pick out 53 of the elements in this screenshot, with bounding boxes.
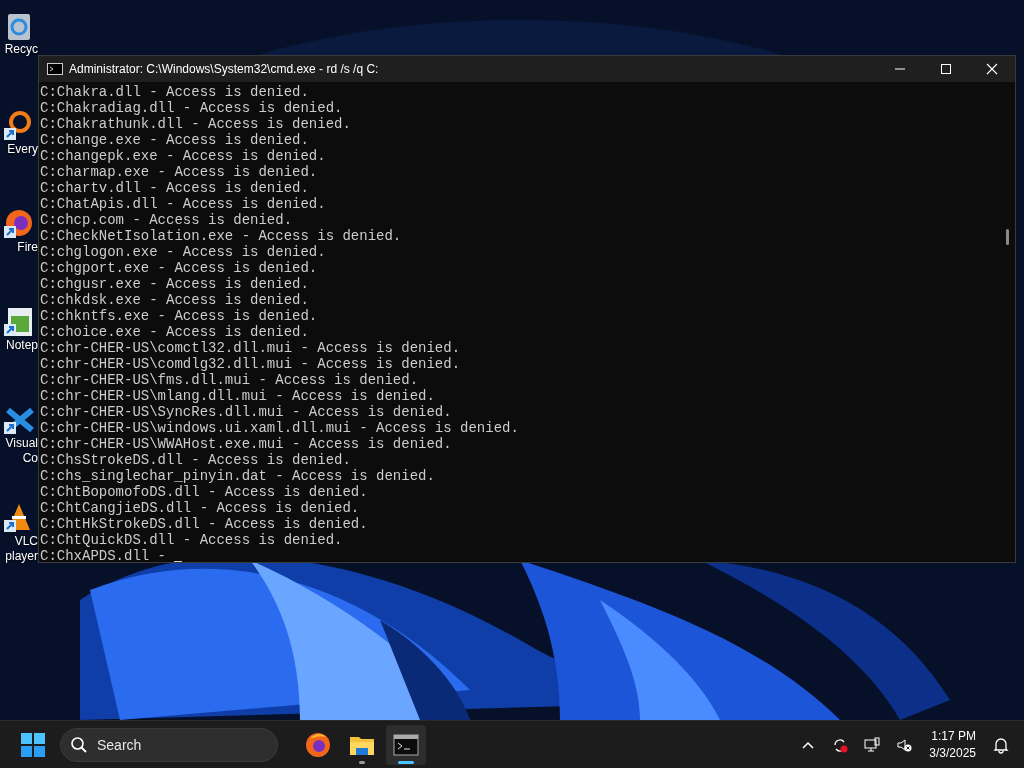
console-line: C:chgport.exe - Access is denied. [40, 260, 319, 276]
console-line: C:chr-CHER-US\WWAHost.exe.mui - Access is denied. [40, 436, 453, 452]
search-icon [70, 735, 88, 754]
console-line: C:ChsStrokeDS.dll - Access is denied. [40, 452, 352, 468]
icon-label: Notep [5, 338, 38, 353]
console-icon [47, 63, 63, 75]
console-line: C:ChatApis.dll - Access is denied. [40, 196, 327, 212]
console-line: C:chglogon.exe - Access is denied. [40, 244, 327, 260]
console-line: C:choice.exe - Access is denied. [40, 324, 310, 340]
console-line: C:chkntfs.exe - Access is denied. [40, 308, 319, 324]
volume-muted-icon [895, 736, 914, 753]
console-line: C:Chakradiag.dll - Access is denied. [40, 100, 344, 116]
bell-icon [992, 735, 1010, 754]
console-line: C:chs_singlechar_pinyin.dat - Access is denied. [40, 468, 436, 484]
clock[interactable]: 1:17 PM 3/3/2025 [925, 727, 980, 762]
window-title: Administrator: C:\Windows\System32\cmd.exe - rd /s /q C: [69, 61, 379, 78]
console-line: C:changepk.exe - Access is denied. [40, 148, 327, 164]
icon-label: VLC [14, 534, 38, 549]
scrollbar-thumb[interactable] [1006, 229, 1009, 245]
icon-label: player [5, 549, 38, 564]
console-line: C:chr-CHER-US\mlang.dll.mui - Access is denied. [40, 388, 436, 404]
windows-logo-icon [20, 731, 46, 758]
console-line: C:ChtQuickDS.dll - Access is denied. [40, 532, 344, 548]
console-line: C:chr-CHER-US\comctl32.dll.mui - Access is denied. [40, 340, 462, 356]
console-line: C:change.exe - Access is denied. [40, 132, 310, 148]
console-line: C:ChxAPDS.dll - [40, 548, 168, 562]
console-line: C:chr-CHER-US\fms.dll.mui - Access is denied. [40, 372, 420, 388]
console-line: C:chgusr.exe - Access is denied. [40, 276, 310, 292]
console-line: C:ChtCangjieDS.dll - Access is denied. [40, 500, 361, 516]
sync-icon [831, 736, 850, 753]
console-line: C:Chakrathunk.dll - Access is denied. [40, 116, 352, 132]
maximize-icon [939, 63, 953, 75]
icon-label: Every [7, 142, 38, 157]
icon-label: Visual [5, 436, 38, 451]
network-icon [863, 736, 882, 753]
console-line: C:chr-CHER-US\SyncRes.dll.mui - Access is denied. [40, 404, 453, 420]
console-line: C:chcp.com - Access is denied. [40, 212, 294, 228]
console-line: C:chkdsk.exe - Access is denied. [40, 292, 310, 308]
console-line: C:ChtBopomofoDS.dll - Access is denied. [40, 484, 369, 500]
icon-label: Co [22, 451, 38, 466]
browser-icon [304, 730, 332, 759]
icon-label: Fire [17, 240, 38, 255]
console-line: C:chartv.dll - Access is denied. [40, 180, 310, 196]
search-field[interactable]: Search [60, 727, 278, 762]
console-line: C:chr-CHER-US\windows.ui.xaml.dll.mui - Access is denied. [40, 420, 520, 436]
console-line: C:CheckNetIsolation.exe - Access is denied. [40, 228, 403, 244]
icon-label: Recyc [4, 42, 38, 57]
console-line: C:chr-CHER-US\comdlg32.dll.mui - Access is denied. [40, 356, 462, 372]
close-icon [985, 63, 999, 75]
console-line: C:charmap.exe - Access is denied. [40, 164, 319, 180]
console-line: C:ChtHkStrokeDS.dll - Access is denied. [40, 516, 369, 532]
taskbar-app[interactable] [386, 724, 426, 765]
console-line: C:Chakra.dll - Access is denied. [40, 84, 310, 100]
